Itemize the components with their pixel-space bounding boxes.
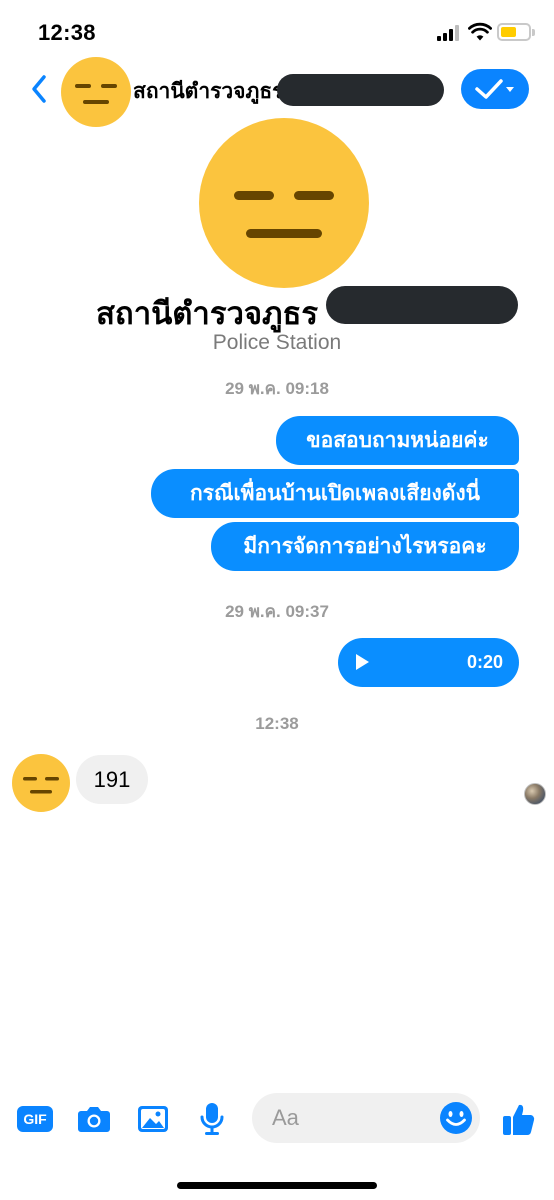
wifi-icon xyxy=(468,22,492,41)
camera-icon xyxy=(78,1107,110,1132)
profile-subtitle: Police Station xyxy=(212,331,342,354)
chevron-left-icon xyxy=(32,75,46,103)
cellular-signal-icon xyxy=(437,25,461,41)
incoming-message[interactable]: 191 xyxy=(76,755,148,804)
photo-button[interactable] xyxy=(136,1102,170,1136)
gif-button[interactable]: GIF xyxy=(17,1102,53,1136)
outgoing-message[interactable]: กรณีเพื่อนบ้านเปิดเพลงเสียงดังนี่ xyxy=(151,469,519,518)
message-input[interactable] xyxy=(272,1093,432,1143)
status-bar: 12:38 xyxy=(0,0,554,62)
voice-duration: 0:20 xyxy=(466,652,503,672)
read-receipt-avatar xyxy=(524,783,546,805)
expressionless-face-icon xyxy=(61,57,131,127)
contact-avatar[interactable] xyxy=(60,56,132,133)
gif-icon: GIF xyxy=(17,1106,53,1132)
back-button[interactable] xyxy=(24,72,54,106)
conversation-options-button[interactable] xyxy=(461,69,529,109)
camera-button[interactable] xyxy=(76,1102,112,1136)
outgoing-message[interactable]: มีการจัดการอย่างไรหรอคะ xyxy=(211,522,519,571)
contact-name[interactable]: สถานีตำรวจภูธร xyxy=(133,75,283,108)
emoji-icon[interactable] xyxy=(439,1101,473,1135)
sender-avatar[interactable] xyxy=(11,753,71,818)
microphone-button[interactable] xyxy=(198,1102,226,1136)
checkmark-dropdown-icon xyxy=(475,79,514,99)
outgoing-message[interactable]: ขอสอบถามหน่อยค่ะ xyxy=(276,416,519,465)
microphone-icon xyxy=(200,1103,224,1135)
battery-level xyxy=(501,27,516,37)
status-time: 12:38 xyxy=(38,20,96,45)
message-input-container[interactable] xyxy=(252,1093,480,1143)
expressionless-face-icon xyxy=(12,754,70,812)
message-composer: GIF xyxy=(0,1090,554,1150)
battery-icon xyxy=(497,23,535,41)
message-timestamp: 29 พ.ค. 09:18 xyxy=(225,379,329,398)
profile-avatar[interactable] xyxy=(198,117,370,294)
thumbs-up-icon xyxy=(503,1104,535,1136)
play-icon[interactable] xyxy=(356,654,369,670)
redaction-bar xyxy=(326,286,518,324)
redaction-bar xyxy=(277,74,444,106)
voice-message[interactable]: 0:20 xyxy=(338,638,519,687)
home-indicator[interactable] xyxy=(177,1182,377,1189)
conversation-header: สถานีตำรวจภูธร xyxy=(0,57,554,127)
message-timestamp: 12:38 xyxy=(255,714,299,733)
expressionless-face-icon xyxy=(199,118,369,288)
like-button[interactable] xyxy=(501,1102,537,1136)
photo-icon xyxy=(138,1106,168,1132)
message-timestamp: 29 พ.ค. 09:37 xyxy=(225,602,329,621)
